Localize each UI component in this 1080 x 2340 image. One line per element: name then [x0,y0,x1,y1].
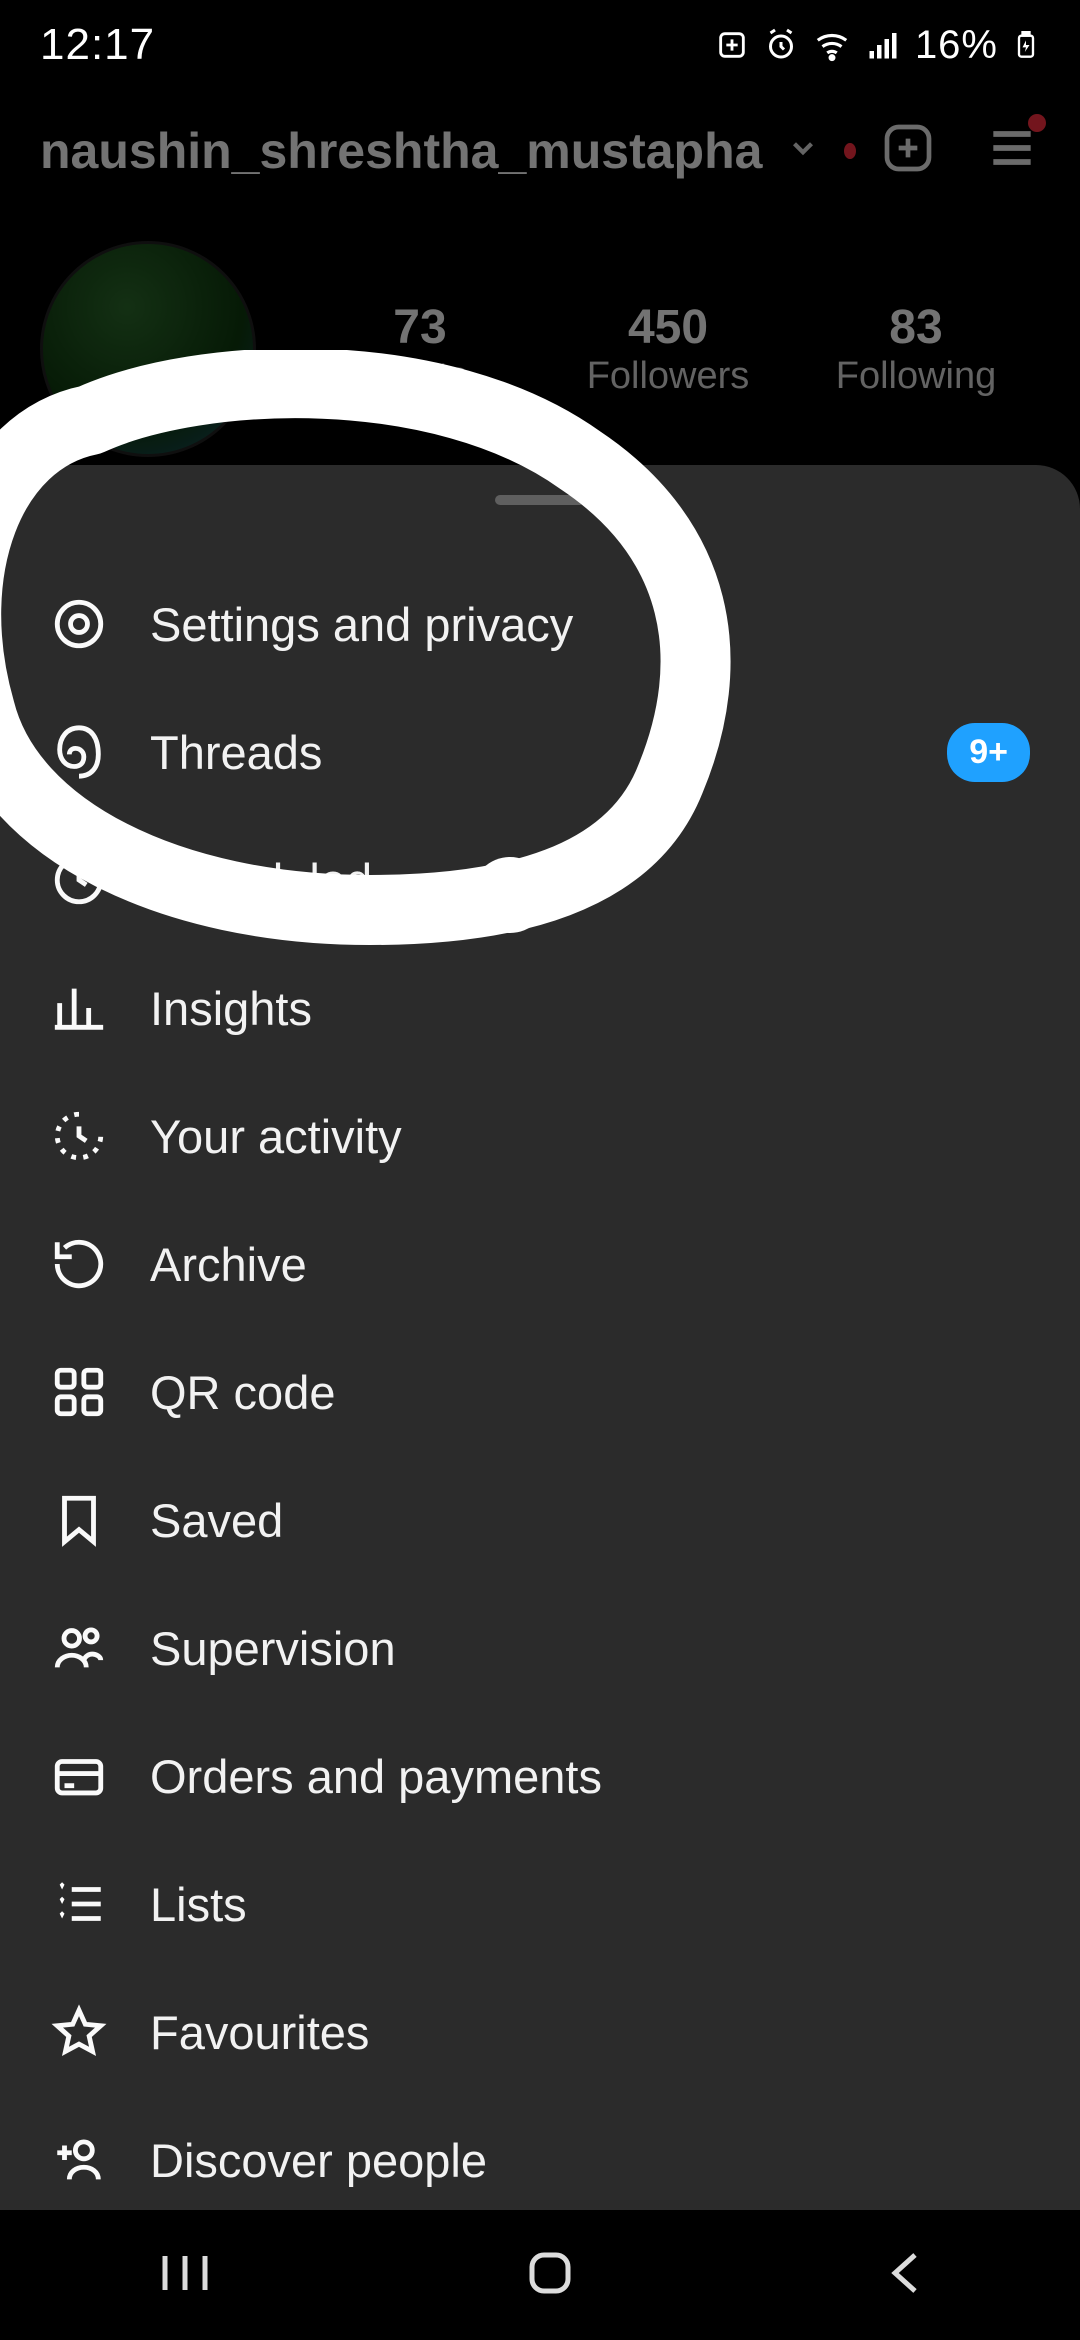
status-right-cluster: 16% [715,23,1040,68]
profile-username[interactable]: naushin_shreshtha_mustapha [40,122,762,180]
threads-icon [50,723,108,781]
clock-icon [50,851,108,909]
stat-posts[interactable]: 73 Posts [296,300,544,398]
gear-icon [50,595,108,653]
menu-label-qrcode: QR code [150,1365,335,1420]
back-button[interactable] [880,2243,930,2308]
stat-posts-value: 73 [296,300,544,355]
status-time: 12:17 [40,20,155,70]
stat-followers-value: 450 [544,300,792,355]
menu-label-supervision: Supervision [150,1621,396,1676]
menu-label-orders: Orders and payments [150,1749,602,1804]
recents-button[interactable] [150,2248,220,2303]
menu-item-insights[interactable]: Insights [0,944,1080,1072]
menu-item-saved[interactable]: Saved [0,1456,1080,1584]
bookmark-icon [50,1491,108,1549]
bar-chart-icon [50,979,108,1037]
menu-label-archive: Archive [150,1237,307,1292]
stat-following-value: 83 [792,300,1040,355]
menu-button[interactable] [984,120,1040,181]
threads-badge: 9+ [947,723,1030,782]
menu-item-archive[interactable]: Archive [0,1200,1080,1328]
profile-header: naushin_shreshtha_mustapha 73 Posts 450 … [0,90,1080,457]
discover-people-icon [50,2131,108,2189]
menu-label-scheduled: Scheduled [150,853,372,908]
archive-icon [50,1235,108,1293]
supervision-icon [50,1619,108,1677]
menu-label-lists: Lists [150,1877,247,1932]
avatar[interactable] [40,241,256,457]
stat-followers-label: Followers [544,355,792,398]
card-icon [50,1747,108,1805]
menu-label-favourites: Favourites [150,2005,369,2060]
menu-label-threads: Threads [150,725,322,780]
menu-item-scheduled[interactable]: Scheduled [0,816,1080,944]
android-nav-bar [0,2210,1080,2340]
menu-label-settings: Settings and privacy [150,597,573,652]
menu-label-activity: Your activity [150,1109,402,1164]
menu-item-lists[interactable]: Lists [0,1840,1080,1968]
new-indicator-dot [844,143,856,159]
menu-item-settings[interactable]: Settings and privacy [0,560,1080,688]
menu-label-insights: Insights [150,981,312,1036]
alarm-icon [763,27,799,63]
menu-item-threads[interactable]: Threads 9+ [0,688,1080,816]
stat-followers[interactable]: 450 Followers [544,300,792,398]
menu-item-discover[interactable]: Discover people [0,2096,1080,2224]
menu-item-qrcode[interactable]: QR code [0,1328,1080,1456]
stat-posts-label: Posts [296,355,544,398]
battery-charging-icon [1012,25,1040,65]
stat-following-label: Following [792,355,1040,398]
create-button[interactable] [880,120,936,181]
menu-label-saved: Saved [150,1493,283,1548]
status-bar: 12:17 16% [0,0,1080,90]
menu-item-favourites[interactable]: Favourites [0,1968,1080,2096]
wifi-icon [813,26,851,64]
qr-code-icon [50,1363,108,1421]
menu-item-supervision[interactable]: Supervision [0,1584,1080,1712]
battery-text: 16% [915,23,998,68]
signal-icon [865,27,901,63]
plus-box-status-icon [715,28,749,62]
lists-icon [50,1875,108,1933]
settings-bottom-sheet[interactable]: Settings and privacy Threads 9+ Schedule… [0,465,1080,2210]
menu-label-discover: Discover people [150,2133,487,2188]
menu-item-orders[interactable]: Orders and payments [0,1712,1080,1840]
chevron-down-icon[interactable] [786,131,820,170]
activity-icon [50,1107,108,1165]
star-icon [50,2003,108,2061]
menu-item-activity[interactable]: Your activity [0,1072,1080,1200]
home-button[interactable] [520,2243,580,2308]
menu-notification-dot [1028,114,1046,132]
stat-following[interactable]: 83 Following [792,300,1040,398]
sheet-drag-handle[interactable] [495,495,585,505]
